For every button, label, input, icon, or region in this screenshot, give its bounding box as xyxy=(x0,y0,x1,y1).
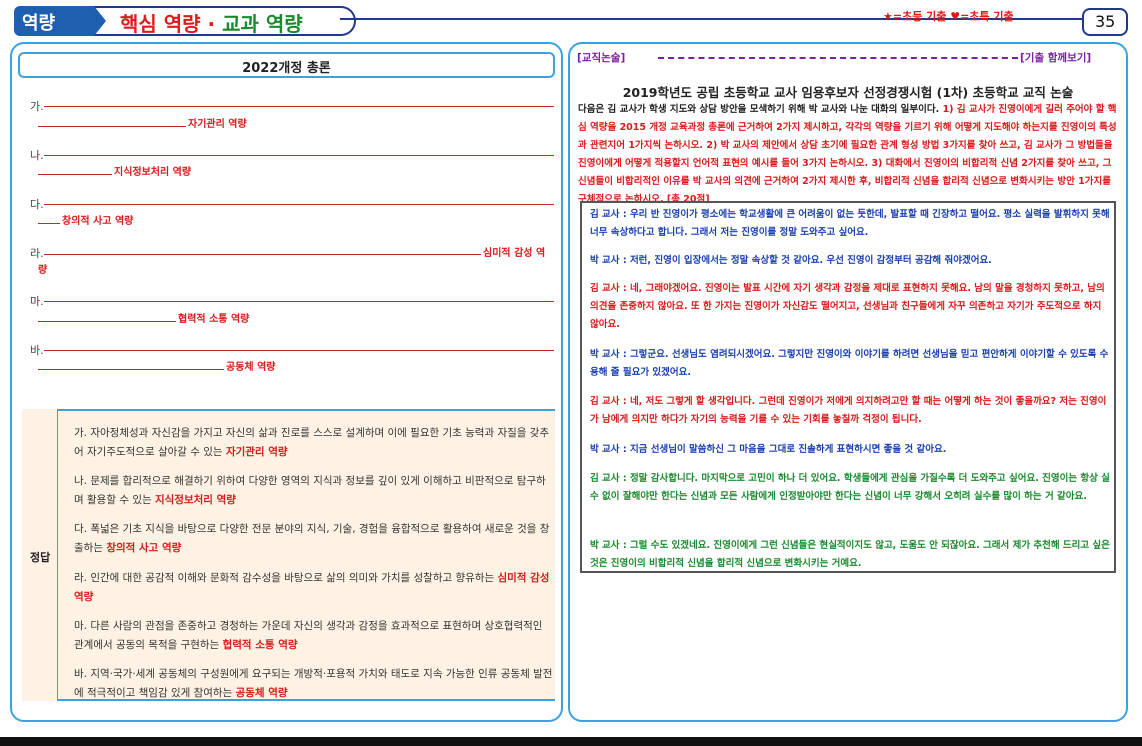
page-number: 35 xyxy=(1095,12,1116,31)
question-answer-part: 량 xyxy=(36,261,50,276)
prompt-questions: 1) 김 교사가 진영이에게 길러 주어야 할 핵심 역량을 2015 개정 교… xyxy=(578,104,1117,205)
dialogue-line: 김 교사 : 네, 그래야겠어요. 진영이는 발표 시간에 자기 생각과 감정을… xyxy=(590,283,1105,330)
title-separator: · xyxy=(200,12,223,36)
question-answer: 창의적 사고 역량 xyxy=(60,212,136,227)
question-answer-part: 심미적 감성 역 xyxy=(481,244,548,259)
answer-highlight: 창의적 사고 역량 xyxy=(106,542,182,554)
answer-item: 바. 지역·국가·세계 공동체의 구성원에게 요구되는 개방적·포용적 가치와 … xyxy=(74,665,554,703)
blank-line xyxy=(38,126,188,127)
answer-text: 가. 자아정체성과 자신감을 가지고 자신의 삶과 진로를 스스로 설계하며 이… xyxy=(74,427,550,458)
exam-prompt: 다음은 김 교사가 학생 지도와 상담 방안을 모색하기 위해 박 교사와 나눈… xyxy=(578,101,1120,209)
answer-text: 바. 지역·국가·세계 공동체의 구성원에게 요구되는 개방적·포용적 가치와 … xyxy=(74,668,553,699)
title-subject-competency: 교과 역량 xyxy=(222,12,303,36)
blank-line xyxy=(44,204,554,205)
footer-bar xyxy=(0,737,1142,746)
question-answer: 협력적 소통 역량 xyxy=(176,310,252,325)
question-letter: 다. xyxy=(30,198,44,211)
blank-line xyxy=(38,321,178,322)
blank-line xyxy=(38,369,226,370)
answer-highlight: 공동체 역량 xyxy=(235,687,288,699)
question-letter: 바. xyxy=(30,344,44,357)
dialogue-line: 김 교사 : 우리 반 진영이가 평소에는 학교생활에 큰 어려움이 없는 듯한… xyxy=(590,209,1110,238)
header-tab-label: 역량 xyxy=(22,13,56,34)
answer-item: 나. 문제를 합리적으로 해결하기 위하여 다양한 영역의 지식과 정보를 깊이… xyxy=(74,472,554,510)
question-letter: 라. xyxy=(30,247,44,260)
question-letter: 나. xyxy=(30,149,44,162)
question-answer: 자기관리 역량 xyxy=(186,115,249,130)
dialogue-line: 박 교사 : 그렇군요. 선생님도 염려되시겠어요. 그렇지만 진영이와 이야기… xyxy=(590,349,1109,378)
prompt-lead: 다음은 김 교사가 학생 지도와 상담 방안을 모색하기 위해 박 교사와 나눈… xyxy=(578,104,943,115)
answer-text: 나. 문제를 합리적으로 해결하기 위하여 다양한 영역의 지식과 정보를 깊이… xyxy=(74,475,546,506)
left-panel-title: 2022개정 총론 xyxy=(242,61,331,76)
answer-highlight: 지식정보처리 역량 xyxy=(154,494,236,506)
dashed-rule xyxy=(658,57,1018,59)
question-answer: 공동체 역량 xyxy=(224,358,278,373)
blank-line xyxy=(44,106,554,107)
blank-line xyxy=(38,174,114,175)
title-core-competency: 핵심 역량 xyxy=(120,12,201,36)
blank-line xyxy=(44,350,554,351)
answer-item: 가. 자아정체성과 자신감을 가지고 자신의 삶과 진로를 스스로 설계하며 이… xyxy=(74,424,554,462)
page-title: 핵심 역량 · 교과 역량 xyxy=(120,8,303,37)
blank-line xyxy=(44,155,554,156)
answer-text: 라. 인간에 대한 공감적 이해와 문화적 감수성을 바탕으로 삶의 의미와 가… xyxy=(74,572,498,584)
dialogue-line: 박 교사 : 그럴 수도 있겠네요. 진영이에게 그런 신념들은 현실적이지도 … xyxy=(590,540,1110,569)
question-letter: 가. xyxy=(30,100,44,113)
answer-item: 라. 인간에 대한 공감적 이해와 문화적 감수성을 바탕으로 삶의 의미와 가… xyxy=(74,569,554,607)
blank-line xyxy=(44,254,484,255)
dialogue-line: 박 교사 : 지금 선생님이 말씀하신 그 마음을 그대로 진솔하게 표현하시면… xyxy=(590,444,947,455)
answer-item: 마. 다른 사람의 관점을 존중하고 경청하는 가운데 자신의 생각과 감정을 … xyxy=(74,617,554,655)
answer-text: 마. 다른 사람의 관점을 존중하고 경청하는 가운데 자신의 생각과 감정을 … xyxy=(74,620,543,651)
dialogue-line: 김 교사 : 정말 감사합니다. 마지막으로 고민이 하나 더 있어요. 학생들… xyxy=(590,473,1110,502)
essay-tag: [교직논술] xyxy=(577,52,626,64)
question-answer: 지식정보처리 역량 xyxy=(112,163,194,178)
past-exam-tag: [기출 함께보기] xyxy=(1020,52,1092,64)
exam-legend: ★=초등 기출 ♥=초특 기출 xyxy=(883,10,1014,23)
dialogue-line: 박 교사 : 저런, 진영이 입장에서는 정말 속상할 것 같아요. 우선 진영… xyxy=(590,255,992,266)
answer-highlight: 자기관리 역량 xyxy=(225,446,288,458)
answer-highlight: 협력적 소통 역량 xyxy=(222,639,298,651)
blank-line xyxy=(38,223,62,224)
answer-label: 정답 xyxy=(30,551,51,564)
header-tab-arrow xyxy=(94,6,106,36)
dialogue-line: 김 교사 : 네, 저도 그렇게 할 생각입니다. 그런데 진영이가 저에게 의… xyxy=(590,396,1107,425)
answer-item: 다. 폭넓은 기초 지식을 바탕으로 다양한 전문 분야의 지식, 기술, 경험… xyxy=(74,520,554,558)
blank-line xyxy=(44,301,554,302)
question-letter: 마. xyxy=(30,295,44,308)
exam-title: 2019학년도 공립 초등학교 교사 임용후보자 선정경쟁시험 (1차) 초등학… xyxy=(622,85,1074,100)
